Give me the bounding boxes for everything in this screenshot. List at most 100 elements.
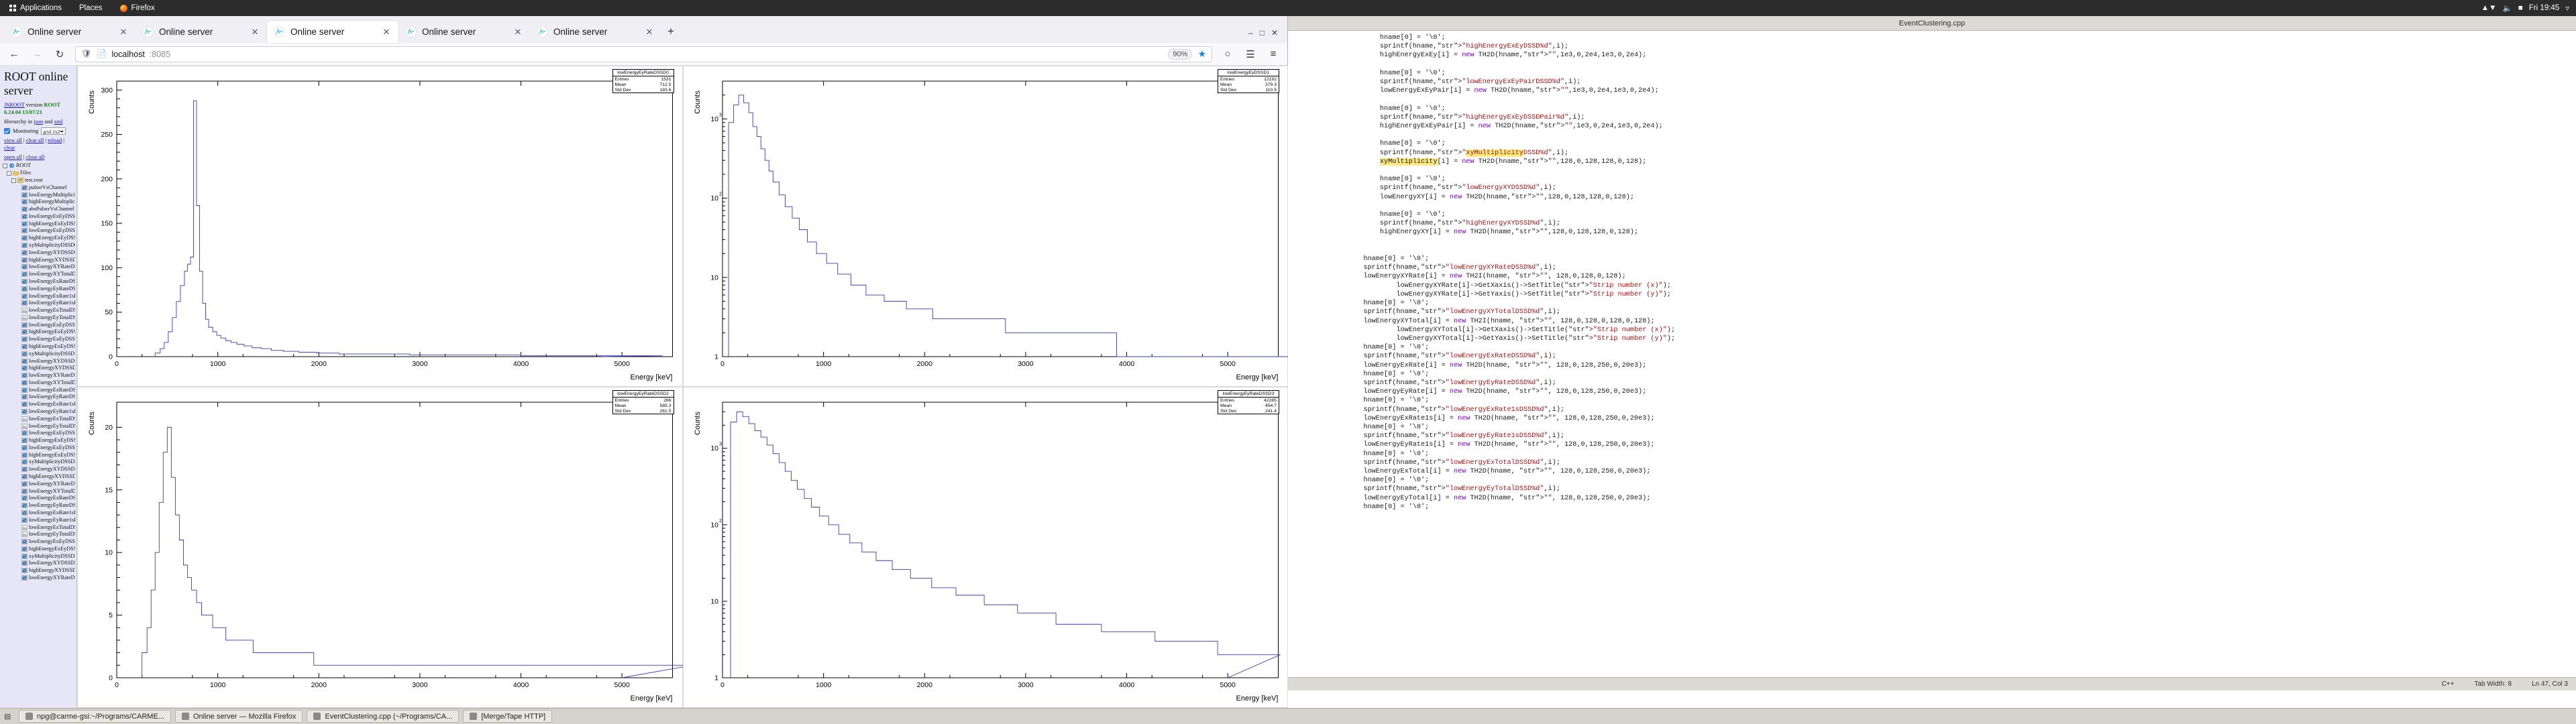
histogram-stat-box[interactable]: lowEnergyEyDSSD1 Entries 12192 Mean 379.3 Std… — [1218, 69, 1279, 93]
tree-item-histogram[interactable]: lowEnergyEyTotalDSSD0 — [3, 314, 75, 321]
hierarchy-xml-link[interactable]: xml — [54, 119, 62, 125]
close-all-link[interactable]: close all — [26, 154, 45, 160]
tree-item-histogram[interactable]: lowEnergyEyRateDSSD0 — [3, 285, 75, 292]
reload-button[interactable]: ↻ — [52, 47, 67, 62]
power-icon[interactable]: ▿ — [2565, 3, 2569, 13]
tree-item-histogram[interactable]: lowEnergyXYDSSD3 — [3, 560, 75, 567]
histogram-pad[interactable]: 0 1000 2000 3000 4000 5000 1 10 10 2 10 3 Energy [ke… — [682, 387, 1288, 708]
tree-item-histogram[interactable]: absPulserVsChannel — [3, 206, 75, 213]
tree-item-histogram[interactable]: lowEnergyExEyDSSD2 — [3, 430, 75, 437]
tree-item-histogram[interactable]: lowEnergyExRate1sDSSD0 — [3, 292, 75, 300]
tree-item-histogram[interactable]: highEnergyExEyDSSD2Pair2 — [3, 451, 75, 459]
taskbar-window-button[interactable]: npg@carme-gsi:~/Programs/CARME... — [19, 710, 171, 723]
histogram-stat-box[interactable]: lowEnergyEyRateDSSD2 Entries 266 Mean 585.3 S… — [612, 390, 674, 414]
tree-item-histogram[interactable]: lowEnergyExEyDSSD1Pair1 — [3, 336, 75, 343]
zoom-level-badge[interactable]: 90% — [1168, 48, 1193, 60]
hierarchy-json-link[interactable]: json — [34, 119, 43, 125]
account-icon[interactable]: ○ — [1220, 47, 1235, 62]
expander-icon[interactable]: − — [7, 170, 11, 176]
apps-grid-icon[interactable]: Applications — [9, 4, 62, 12]
browser-tab[interactable]: Online server ✕ — [4, 21, 136, 43]
tree-item-histogram[interactable]: lowEnergyXYDSSD0 — [3, 249, 75, 256]
clear-all-link[interactable]: clear all — [26, 137, 44, 143]
tree-item-histogram[interactable]: lowEnergyXYTotalDSSD1 — [3, 379, 75, 387]
tree-item-histogram[interactable]: lowEnergyXYTotalDSSD0 — [3, 271, 75, 278]
taskbar-window-button[interactable]: EventClustering.cpp (~/Programs/CA... — [307, 710, 460, 723]
tree-item-histogram[interactable]: highEnergyExEyDSSD0 — [3, 220, 75, 227]
tree-item-histogram[interactable]: lowEnergyXYDSSD2 — [3, 466, 75, 473]
tree-item-histogram[interactable]: xyMultiplicityDSSD1 — [3, 350, 75, 357]
tree-item-histogram[interactable]: lowEnergyEyRateDSSD1 — [3, 394, 75, 401]
expander-icon[interactable]: − — [11, 178, 16, 183]
app-menu-icon[interactable]: ≡ — [1266, 47, 1281, 62]
tree-item-histogram[interactable]: highEnergyExEyDSSD1Pair1 — [3, 343, 75, 351]
histogram-pad[interactable]: 0 1000 2000 3000 4000 5000 1 10 10 2 10 3 Energy [ke… — [682, 66, 1289, 387]
tree-item-histogram[interactable]: highEnergyExEyDSSD0Pair0 — [3, 235, 75, 242]
histogram-stat-box[interactable]: lowEnergyEyRateDSSD0 Entries 1531 Mean 712.5… — [612, 69, 674, 93]
tree-node-files[interactable]: − Files — [3, 170, 75, 177]
volume-icon[interactable]: 🔈 — [2503, 3, 2512, 13]
active-app-name[interactable]: Firefox — [131, 4, 155, 12]
tree-item-histogram[interactable]: xyMultiplicityDSSD2 — [3, 459, 75, 466]
editor-tab-width[interactable]: Tab Width: 8 — [2474, 680, 2512, 688]
tree-item-histogram[interactable]: lowEnergyEyTotalDSSD1 — [3, 422, 75, 430]
places-menu[interactable]: Places — [79, 4, 103, 12]
tree-node-root[interactable]: − ROOT — [3, 162, 75, 170]
tree-item-histogram[interactable]: lowEnergyExEyDSSD3 — [3, 538, 75, 546]
tree-item-histogram[interactable]: lowEnergyEyRateDSSD2 — [3, 502, 75, 509]
taskbar-window-button[interactable]: [Merge/Tape HTTP] — [463, 710, 553, 723]
tree-item-histogram[interactable]: highEnergyExEyDSSD3 — [3, 545, 75, 552]
tree-item-histogram[interactable]: xyMultiplicityDSSD3 — [3, 552, 75, 560]
tab-close-icon[interactable]: ✕ — [381, 27, 392, 38]
browser-tab[interactable]: Online server ✕ — [398, 21, 530, 43]
new-tab-button[interactable]: + — [661, 22, 680, 41]
tree-item-histogram[interactable]: lowEnergyMultiplicity — [3, 191, 75, 198]
tree-item-histogram[interactable]: lowEnergyExEyDSSD0Pair0 — [3, 227, 75, 235]
tree-item-histogram[interactable]: lowEnergyExTotalDSSD2 — [3, 524, 75, 531]
taskbar-window-button[interactable]: Online server — Mozilla Firefox — [174, 710, 303, 723]
tree-item-histogram[interactable]: lowEnergyExRateDSSD1 — [3, 386, 75, 394]
tree-item-histogram[interactable]: pulserVsChannel — [3, 184, 75, 191]
star-icon[interactable]: ★ — [1197, 48, 1206, 60]
open-all-link[interactable]: open all — [4, 154, 22, 160]
clear-link[interactable]: clear — [4, 145, 15, 151]
tree-item-histogram[interactable]: highEnergyXYDSSD0 — [3, 256, 75, 263]
expander-icon[interactable]: − — [3, 163, 7, 168]
tree-item-histogram[interactable]: highEnergyXYDSSD1 — [3, 365, 75, 372]
clock[interactable]: Fri 19:45 — [2529, 4, 2559, 12]
tree-item-histogram[interactable]: lowEnergyXYRateDSSD0 — [3, 263, 75, 271]
browser-tab[interactable]: Online server ✕ — [136, 21, 267, 43]
tree-item-histogram[interactable]: lowEnergyExTotalDSSD0 — [3, 307, 75, 314]
tree-item-histogram[interactable]: highEnergyXYDSSD2 — [3, 473, 75, 481]
tree-item-histogram[interactable]: lowEnergyXYDSSD1 — [3, 357, 75, 365]
tree-item-histogram[interactable]: lowEnergyExRateDSSD0 — [3, 278, 75, 286]
tree-item-histogram[interactable]: lowEnergyExTotalDSSD1 — [3, 415, 75, 422]
tree-item-histogram[interactable]: highEnergyXYDSSD3 — [3, 567, 75, 575]
extensions-icon[interactable]: ☰ — [1243, 47, 1258, 62]
jsroot-link[interactable]: JSROOT — [4, 102, 25, 108]
tree-item-histogram[interactable]: lowEnergyEyTotalDSSD2 — [3, 531, 75, 538]
tree-node-file[interactable]: − test.root — [3, 177, 75, 184]
tree-item-histogram[interactable]: lowEnergyXYRateDSSD1 — [3, 372, 75, 379]
histogram-stat-box[interactable]: lowEnergyEyRateDSSD3 Entries 42285 Mean 454.… — [1218, 390, 1279, 414]
forward-button[interactable]: → — [30, 47, 44, 62]
monitoring-checkbox[interactable] — [4, 128, 10, 135]
histogram-pad[interactable]: 0 1000 2000 3000 4000 5000 0 50 100 150 200 250 300 E… — [77, 66, 683, 387]
layout-select[interactable]: grid 2x2 — [41, 127, 66, 135]
tree-item-histogram[interactable]: lowEnergyXYRateDSSD2 — [3, 480, 75, 487]
browser-tab[interactable]: Online server ✕ — [530, 21, 661, 43]
tree-item-histogram[interactable]: lowEnergyEyRate1sDSSD1 — [3, 408, 75, 416]
tab-close-icon[interactable]: ✕ — [250, 27, 260, 38]
editor-cursor-position[interactable]: Ln 47, Col 3 — [2532, 680, 2568, 688]
tree-item-histogram[interactable]: lowEnergyEyRate1sDSSD2 — [3, 516, 75, 524]
tab-close-icon[interactable]: ✕ — [513, 27, 523, 38]
applications-menu[interactable]: Applications — [20, 4, 62, 12]
tree-item-histogram[interactable]: lowEnergyExRate1sDSSD2 — [3, 509, 75, 517]
shield-icon[interactable]: 🛡 — [81, 49, 92, 59]
tree-item-histogram[interactable]: lowEnergyXYRateDSSD3 — [3, 575, 75, 582]
network-icon[interactable]: ▲▼ — [2481, 4, 2497, 12]
back-button[interactable]: ← — [7, 47, 21, 62]
reload-link[interactable]: reload — [48, 137, 62, 143]
tab-close-icon[interactable]: ✕ — [118, 27, 129, 38]
tree-item-histogram[interactable]: lowEnergyExRateDSSD2 — [3, 495, 75, 502]
